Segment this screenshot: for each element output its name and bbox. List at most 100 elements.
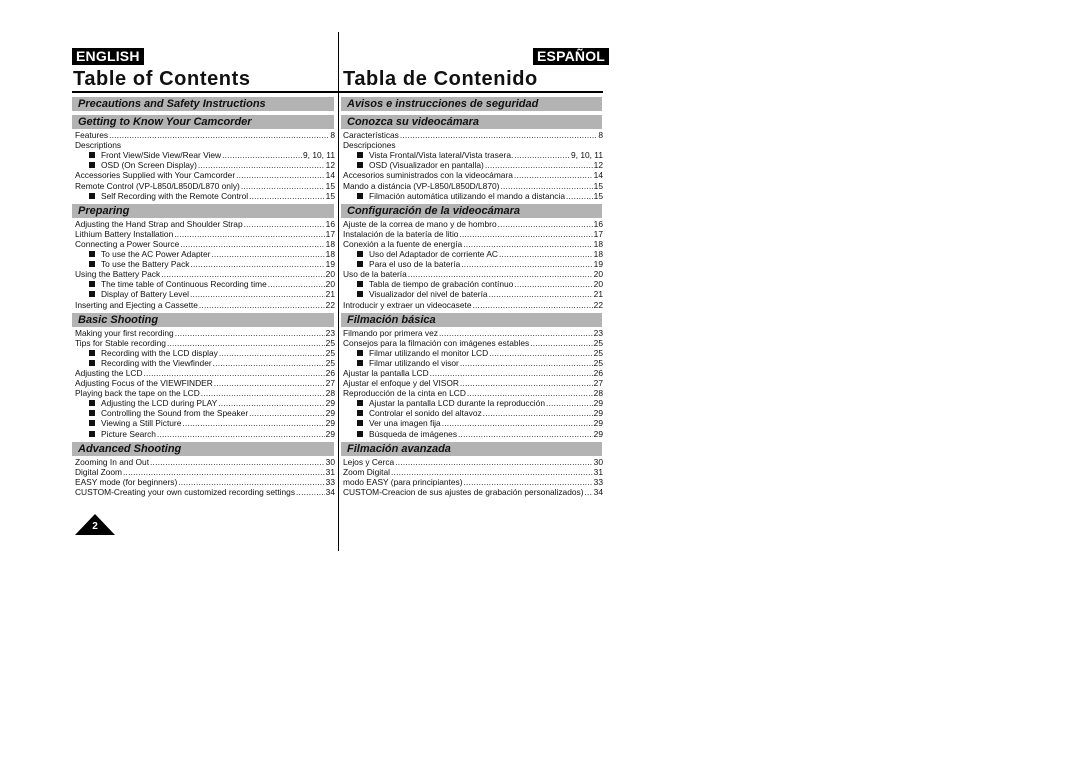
toc-subentry[interactable]: Filmación automática utilizando el mando… [343, 191, 603, 201]
toc-subentry[interactable]: To use the Battery Pack 19 [75, 259, 335, 269]
toc-subentry[interactable]: Vista Frontal/Vista lateral/Vista traser… [343, 150, 603, 160]
toc-subentry[interactable]: Visualizador del nivel de batería 21 [343, 289, 603, 299]
dot-leader [123, 467, 325, 477]
toc-entry[interactable]: Tips for Stable recording 25 [75, 338, 335, 348]
toc-subentry[interactable]: OSD (Visualizador en pantalla) 12 [343, 160, 603, 170]
section-heading[interactable]: Configuración de la videocámara [341, 203, 602, 218]
toc-subentry[interactable]: Controlling the Sound from the Speaker 29 [75, 408, 335, 418]
toc-subentry[interactable]: Controlar el sonido del altavoz 29 [343, 408, 603, 418]
toc-entry[interactable]: Accesorios suministrados con la videocám… [343, 170, 603, 180]
toc-entry[interactable]: Digital Zoom 31 [75, 467, 335, 477]
entry-label: CUSTOM-Creacion de sus ajustes de grabac… [343, 486, 584, 497]
entry-label: Controlling the Sound from the Speaker [101, 408, 249, 419]
dot-leader [489, 289, 593, 299]
toc-entry[interactable]: Conexión a la fuente de energía 18 [343, 239, 603, 249]
toc-subentry[interactable]: Filmar utilizando el visor 25 [343, 358, 603, 368]
section-heading[interactable]: Getting to Know Your Camcorder [72, 115, 334, 129]
toc-entry[interactable]: Lithium Battery Installation 17 [75, 229, 335, 239]
toc-subentry[interactable]: Recording with the LCD display 25 [75, 348, 335, 358]
square-bullet-icon [357, 192, 363, 199]
toc-entry[interactable]: Consejos para la filmación con imágenes … [343, 338, 603, 348]
entry-page-number: 25 [325, 357, 335, 368]
toc-entry[interactable]: Adjusting Focus of the VIEWFINDER 27 [75, 378, 335, 388]
toc-entry[interactable]: Instalación de la batería de litio 17 [343, 229, 603, 239]
toc-subentry[interactable]: Ajustar la pantalla LCD durante la repro… [343, 398, 603, 408]
toc-subentry[interactable]: Picture Search 29 [75, 428, 335, 439]
entry-label: CUSTOM-Creating your own customized reco… [75, 486, 296, 497]
toc-entry[interactable]: EASY mode (for beginners) 33 [75, 477, 335, 487]
dot-leader [483, 408, 593, 418]
dot-leader [585, 487, 593, 497]
toc-entry[interactable]: Connecting a Power Source 18 [75, 239, 335, 249]
toc-subentry[interactable]: Viewing a Still Picture 29 [75, 418, 335, 428]
toc-subentry[interactable]: Recording with the Viewfinder 25 [75, 358, 335, 368]
toc-entry[interactable]: Inserting and Ejecting a Cassette 22 [75, 299, 335, 310]
toc-subentry[interactable]: Self Recording with the Remote Control 15 [75, 191, 335, 201]
toc-entry[interactable]: Descriptions [75, 140, 335, 150]
dot-leader [157, 429, 325, 439]
entry-page-number: 29 [325, 398, 335, 409]
toc-entry[interactable]: Uso de la batería 20 [343, 269, 603, 279]
dot-leader [222, 150, 302, 160]
toc-entry[interactable]: Playing back the tape on the LCD 28 [75, 388, 335, 398]
section-heading[interactable]: Preparing [72, 203, 334, 218]
column-divider [338, 32, 339, 551]
toc-entry[interactable]: Zoom Digital 31 [343, 467, 603, 477]
entry-page-number: 20 [593, 279, 603, 290]
toc-entry[interactable]: Ajustar la pantalla LCD 26 [343, 368, 603, 378]
toc-entry[interactable]: CUSTOM-Creating your own customized reco… [75, 487, 335, 497]
toc-entry[interactable]: modo EASY (para principiantes) 33 [343, 477, 603, 487]
toc-entry[interactable]: Lejos y Cerca 30 [343, 457, 603, 467]
toc-subentry[interactable]: Para el uso de la batería 19 [343, 259, 603, 269]
entry-page-number: 23 [593, 327, 603, 338]
toc-subentry[interactable]: OSD (On Screen Display) 12 [75, 160, 335, 170]
toc-entry[interactable]: CUSTOM-Creacion de sus ajustes de grabac… [343, 487, 603, 497]
toc-entry[interactable]: Filmando por primera vez 23 [343, 328, 603, 338]
toc-entry[interactable]: Accessories Supplied with Your Camcorder… [75, 170, 335, 180]
toc-subentry[interactable]: Display of Battery Level 21 [75, 289, 335, 299]
entry-label: Adjusting the LCD during PLAY [101, 398, 218, 409]
section-heading[interactable]: Filmación avanzada [341, 441, 602, 456]
toc-subentry[interactable]: Tabla de tiempo de grabación contínuo 20 [343, 279, 603, 289]
toc-subentry[interactable]: Uso del Adaptador de corriente AC 18 [343, 249, 603, 259]
section-heading[interactable]: Advanced Shooting [72, 441, 334, 456]
dot-leader [500, 181, 592, 191]
square-bullet-icon [89, 261, 95, 268]
toc-entry[interactable]: Using the Battery Pack 20 [75, 269, 335, 279]
toc-subentry[interactable]: Adjusting the LCD during PLAY 29 [75, 398, 335, 408]
entry-label: Viewing a Still Picture [101, 418, 182, 429]
toc-entry[interactable]: Remote Control (VP-L850/L850D/L870 only)… [75, 180, 335, 191]
toc-subentry[interactable]: Filmar utilizando el monitor LCD 25 [343, 348, 603, 358]
toc-entry[interactable]: Descripciones [343, 140, 603, 150]
toc-entry[interactable]: Zooming In and Out 30 [75, 457, 335, 467]
toc-subentry[interactable]: Ver una imagen fija 29 [343, 418, 603, 428]
dot-leader [244, 219, 325, 229]
dot-leader [459, 229, 592, 239]
section-heading[interactable]: Avisos e instrucciones de seguridad [341, 97, 602, 111]
toc-entry[interactable]: Ajustar el enfoque y del VISOR 27 [343, 378, 603, 388]
toc-subentry[interactable]: To use the AC Power Adapter 18 [75, 249, 335, 259]
toc-entry[interactable]: Ajuste de la correa de mano y de hombro 1… [343, 219, 603, 229]
entry-page-number: 22 [593, 299, 603, 310]
square-bullet-icon [89, 281, 95, 288]
dot-leader [175, 328, 325, 338]
toc-entry[interactable]: Features 8 [75, 130, 335, 140]
toc-entry[interactable]: Características 8 [343, 130, 603, 140]
toc-subentry[interactable]: The time table of Continuous Recording t… [75, 279, 335, 289]
toc-entry[interactable]: Adjusting the Hand Strap and Shoulder St… [75, 219, 335, 229]
section-heading[interactable]: Conozca su videocámara [341, 115, 602, 129]
entry-page-number: 25 [593, 357, 603, 368]
toc-entry[interactable]: Reproducción de la cinta en LCD 28 [343, 388, 603, 398]
toc-subentry[interactable]: Búsqueda de imágenes 29 [343, 428, 603, 439]
section-heading[interactable]: Basic Shooting [72, 312, 334, 327]
toc-entry[interactable]: Adjusting the LCD 26 [75, 368, 335, 378]
section-heading[interactable]: Filmación básica [341, 312, 602, 327]
dot-leader [249, 408, 325, 418]
toc-subentry[interactable]: Front View/Side View/Rear View 9, 10, 11 [75, 150, 335, 160]
dot-leader [198, 160, 325, 170]
toc-entry[interactable]: Mando a distáncia (VP-L850/L850D/L870) 15 [343, 180, 603, 191]
toc-entry[interactable]: Making your first recording 23 [75, 328, 335, 338]
dot-leader [391, 467, 593, 477]
section-heading[interactable]: Precautions and Safety Instructions [72, 97, 334, 111]
toc-entry[interactable]: Introducir y extraer un videocasete 22 [343, 299, 603, 310]
